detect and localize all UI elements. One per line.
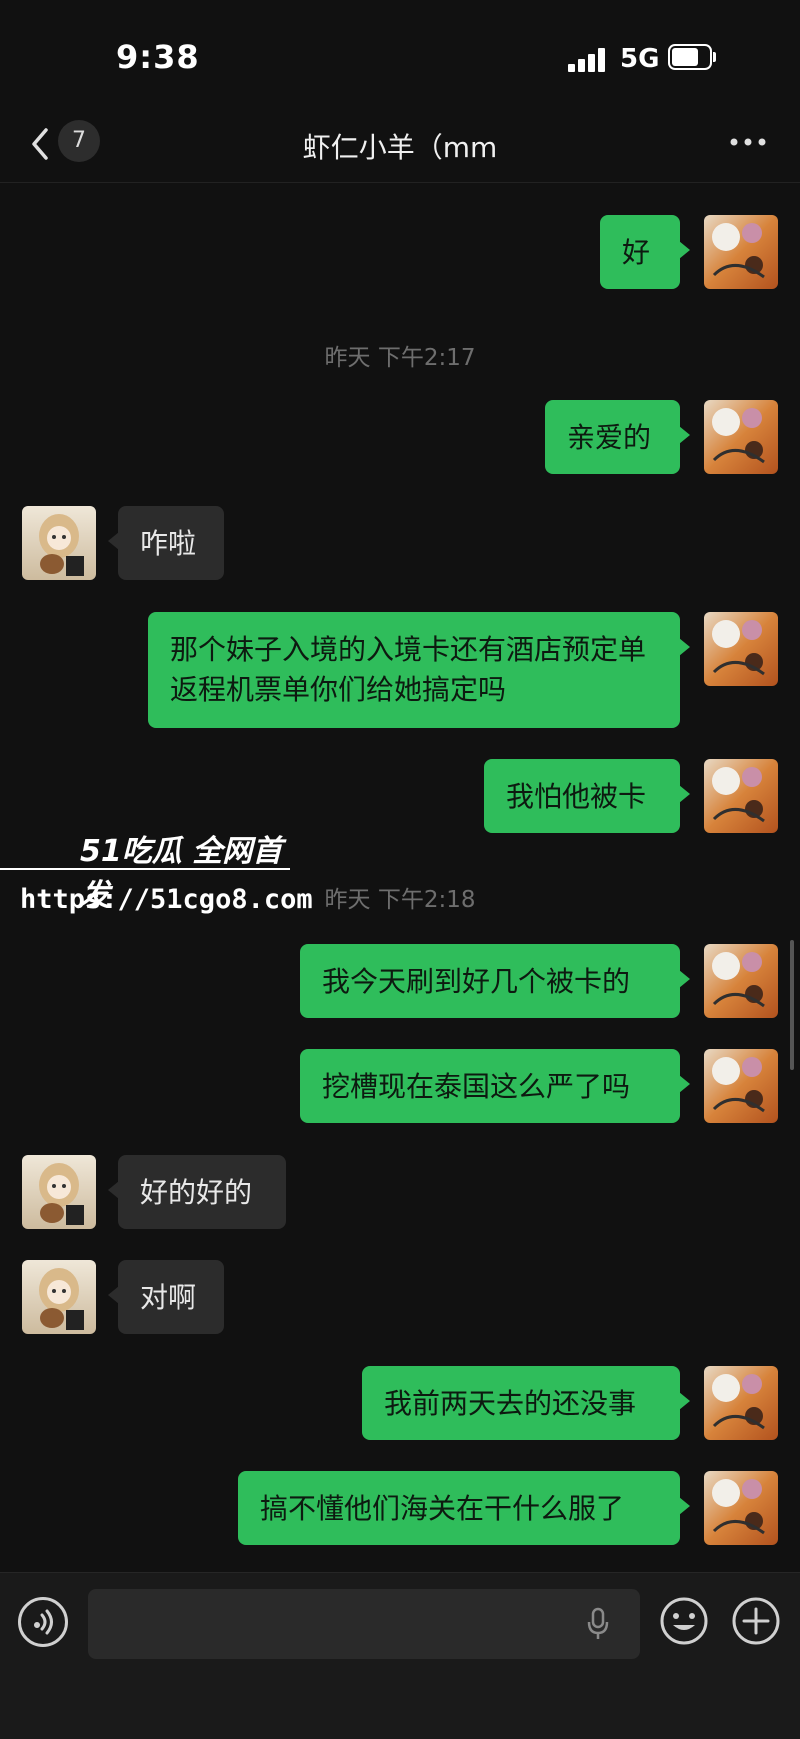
avatar[interactable] [704,1471,778,1545]
avatar[interactable] [22,1260,96,1334]
battery-icon [668,44,716,70]
message-bubble[interactable]: 好 [600,215,690,289]
message-row: 好 [0,215,800,295]
message-bubble[interactable]: 那个妹子入境的入境卡还有酒店预定单返程机票单你们给她搞定吗 [148,612,690,728]
message-bubble[interactable]: 我前两天去的还没事 [362,1366,690,1440]
message-bubble[interactable]: 咋啦 [108,506,224,580]
timestamp: 昨天 下午2:18 [324,887,476,913]
input-bar [0,1572,800,1739]
plus-icon[interactable] [730,1595,782,1647]
more-icon[interactable] [728,132,768,152]
avatar[interactable] [704,612,778,686]
message-row: 咋啦 [0,506,800,586]
scrollbar[interactable] [790,940,794,1070]
message-bubble[interactable]: 搞不懂他们海关在干什么服了 [238,1471,690,1545]
status-time: 9:38 [116,38,200,76]
chat-title: 虾仁小羊（mm [302,131,498,164]
network-type: 5G [620,44,660,74]
signal-icon [568,48,608,72]
avatar[interactable] [704,400,778,474]
watermark-divider [0,868,290,870]
message-input[interactable] [88,1589,640,1659]
voice-icon[interactable] [18,1597,68,1647]
microphone-icon[interactable] [586,1607,610,1641]
message-bubble[interactable]: 挖槽现在泰国这么严了吗 [300,1049,690,1123]
avatar[interactable] [704,215,778,289]
message-row: 我前两天去的还没事 [0,1366,800,1446]
avatar[interactable] [704,1366,778,1440]
message-row: 对啊 [0,1260,800,1340]
avatar[interactable] [22,506,96,580]
message-bubble[interactable]: 我怕他被卡 [484,759,690,833]
message-bubble[interactable]: 我今天刷到好几个被卡的 [300,944,690,1018]
message-bubble[interactable]: 好的好的 [108,1155,286,1229]
message-row: 好的好的 [0,1155,800,1235]
message-bubble[interactable]: 亲爱的 [545,400,690,474]
status-bar: 9:38 5G [0,0,800,110]
message-row: 搞不懂他们海关在干什么服了 [0,1471,800,1551]
message-row: 挖槽现在泰国这么严了吗 [0,1049,800,1129]
chat-header: 7 虾仁小羊（mm [0,110,800,183]
timestamp: 昨天 下午2:17 [324,345,476,371]
message-row: 亲爱的 [0,400,800,480]
avatar[interactable] [704,1049,778,1123]
avatar[interactable] [704,759,778,833]
message-row: 我今天刷到好几个被卡的 [0,944,800,1024]
avatar[interactable] [704,944,778,1018]
message-row: 那个妹子入境的入境卡还有酒店预定单返程机票单你们给她搞定吗 [0,612,800,732]
avatar[interactable] [22,1155,96,1229]
message-bubble[interactable]: 对啊 [108,1260,224,1334]
emoji-icon[interactable] [658,1595,710,1647]
